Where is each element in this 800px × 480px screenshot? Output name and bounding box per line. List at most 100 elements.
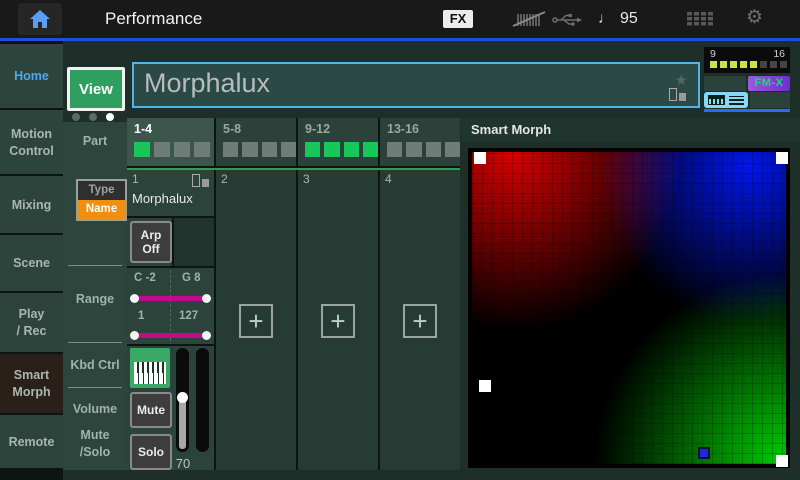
morph-marker-white[interactable] [474, 152, 486, 164]
view-button[interactable]: View [67, 67, 125, 111]
divider [68, 265, 122, 266]
smart-morph-map[interactable] [468, 148, 790, 468]
solo-button-label: Solo [138, 445, 164, 459]
note-range-handle-high[interactable] [202, 294, 211, 303]
morph-marker-white[interactable] [479, 380, 491, 392]
mute-button[interactable]: Mute [130, 392, 172, 428]
divider [68, 387, 122, 388]
part-slot-square [406, 142, 421, 157]
part-name: Morphalux [132, 191, 193, 206]
part-slot-square [445, 142, 460, 157]
volume-slider-fill [179, 398, 186, 449]
settings-gear-icon[interactable]: ⚙ [746, 0, 763, 38]
sidebar-item-label: Control [9, 144, 53, 158]
performance-name: Morphalux [144, 68, 270, 99]
divider [127, 266, 214, 268]
kbd-ctrl-toggle[interactable] [130, 348, 170, 388]
mute-button-label: Mute [137, 403, 165, 417]
part-number: 4 [385, 172, 392, 186]
part-group-tab-13-16[interactable]: 13-16 [380, 118, 460, 166]
sidebar-item-label: Morph [12, 385, 50, 399]
kbd-ctrl-row-label: Kbd Ctrl [63, 358, 127, 372]
part-slot-led [750, 61, 757, 68]
part-slot-led [780, 61, 787, 68]
arp-button-label: Arp [141, 228, 162, 242]
edit-compare-icon [669, 88, 686, 101]
part-type-icon [192, 174, 209, 187]
sidebar-item-remote[interactable]: Remote [0, 415, 63, 468]
type-option[interactable]: Type [78, 181, 125, 200]
part-group-tab-1-4[interactable]: 1-4 [127, 118, 214, 166]
indicator-cell [750, 92, 790, 108]
velocity-range-handle-low[interactable] [130, 331, 139, 340]
morph-marker-white[interactable] [776, 152, 788, 164]
part-slot-square [324, 142, 339, 157]
morph-marker-blue[interactable] [698, 447, 710, 459]
part-slot-led [770, 61, 777, 68]
part-group-tab-9-12[interactable]: 9-12 [298, 118, 378, 166]
pads-grid-icon[interactable] [687, 12, 715, 26]
part-number: 1 [132, 172, 139, 186]
tempo-value[interactable]: 95 [620, 0, 638, 38]
part-slot-led [740, 61, 747, 68]
volume-slider-handle[interactable] [177, 392, 188, 403]
part-slot-square [194, 142, 210, 157]
add-part-button[interactable]: + [239, 304, 273, 338]
range-end-label: 16 [773, 48, 785, 60]
sidebar-item-play-rec[interactable]: Play/ Rec [0, 293, 63, 352]
keyboard-icon-black-keys [134, 362, 166, 373]
solo-button[interactable]: Solo [130, 434, 172, 470]
add-part-button[interactable]: + [403, 304, 437, 338]
part-slot-square [262, 142, 277, 157]
part-slot-square [154, 142, 170, 157]
velocity-range-handle-high[interactable] [202, 331, 211, 340]
smart-morph-header: Smart Morph [461, 118, 800, 142]
part-2-column: 2+ [216, 170, 296, 470]
part-slot-square [305, 142, 320, 157]
sidebar-item-scene[interactable]: Scene [0, 235, 63, 291]
note-range-handle-low[interactable] [130, 294, 139, 303]
sidebar-item-smart-morph[interactable]: Smart Morph [0, 354, 63, 413]
sidebar-item-motion-control[interactable]: MotionControl [0, 110, 63, 174]
part-slot-squares [387, 142, 460, 157]
arp-hold-cell[interactable] [172, 218, 214, 266]
page-dot[interactable] [72, 113, 80, 121]
part-slot-leds [710, 61, 787, 68]
row-labels-column: Part Type Name Range Kbd Ctrl Volume Mut… [63, 122, 127, 470]
sidebar-item-mixing[interactable]: Mixing [0, 176, 63, 233]
sidebar-item-home[interactable]: Home [0, 44, 63, 108]
part-range-indicator: 9 16 [704, 47, 790, 73]
type-name-toggle[interactable]: Type Name [76, 179, 127, 221]
velocity-range-slider[interactable] [133, 333, 208, 338]
part-slot-squares [134, 142, 214, 157]
part-slot-squares [223, 142, 296, 157]
note-range-slider[interactable] [133, 296, 208, 301]
range-start-label: 9 [710, 48, 716, 60]
local-control-off-icon[interactable] [510, 9, 548, 29]
performance-name-field[interactable]: Morphalux ★ [132, 62, 700, 108]
home-button[interactable] [18, 3, 62, 35]
volume-slider[interactable] [176, 348, 189, 452]
divider [127, 344, 214, 346]
usb-icon[interactable] [552, 12, 582, 27]
part-group-label: 5-8 [223, 122, 296, 136]
keyboard-zone-icon[interactable] [704, 92, 748, 108]
add-part-button[interactable]: + [321, 304, 355, 338]
favorite-star-icon[interactable]: ★ [675, 71, 688, 89]
performance-screen: Performance FX ♩ 95 [0, 0, 800, 480]
name-option[interactable]: Name [78, 200, 125, 219]
morph-marker-white[interactable] [776, 455, 788, 467]
part-slot-led [730, 61, 737, 68]
page-dot[interactable] [106, 113, 114, 121]
part-slot-led [720, 61, 727, 68]
sidebar-item-label: Play [19, 307, 45, 321]
sidebar-item-label: Smart [14, 368, 49, 382]
part-slot-square [223, 142, 238, 157]
arp-on-off-button[interactable]: Arp Off [130, 221, 172, 263]
part-1-column[interactable]: 1 Morphalux Arp Off C -2 G 8 1 127 Mute … [127, 170, 214, 470]
quarter-note-icon[interactable]: ♩ [598, 0, 613, 38]
home-icon [29, 9, 51, 29]
fx-indicator[interactable]: FX [443, 10, 473, 28]
part-group-tab-5-8[interactable]: 5-8 [216, 118, 296, 166]
page-dot[interactable] [89, 113, 97, 121]
